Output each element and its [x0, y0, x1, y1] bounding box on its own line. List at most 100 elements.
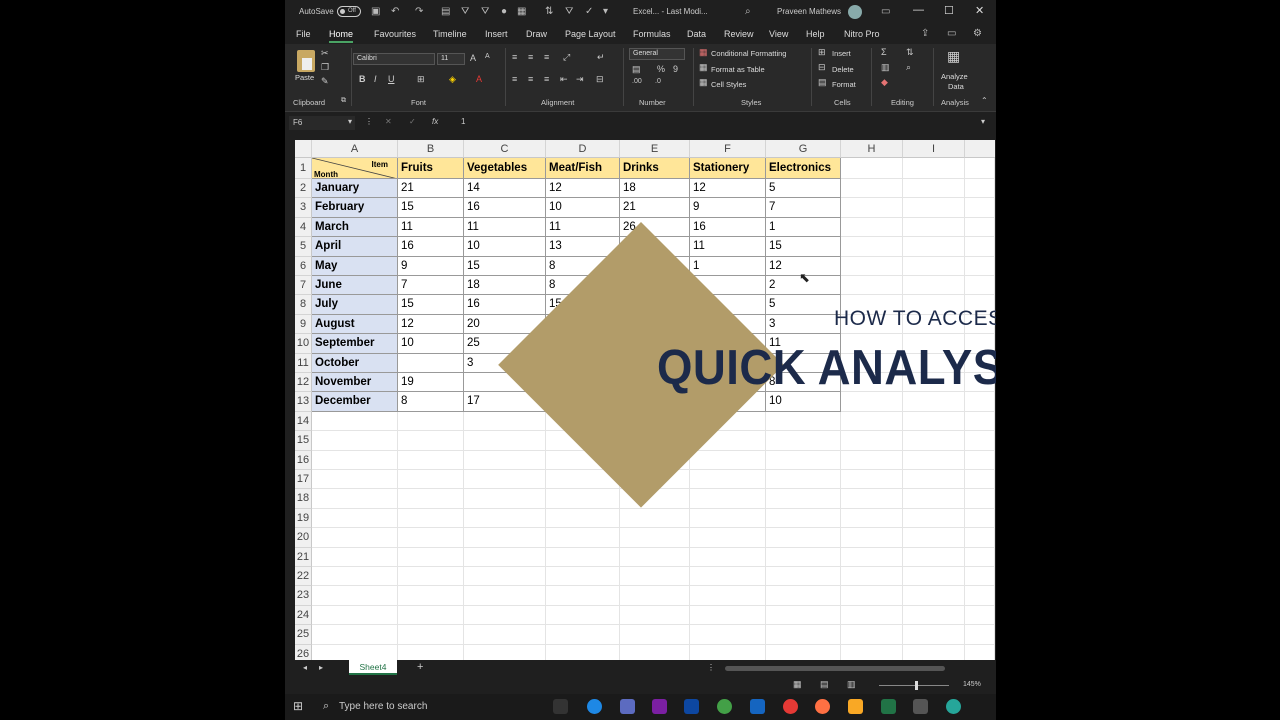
insert-function-icon[interactable]: fx	[432, 117, 438, 126]
header-cell[interactable]: Fruits	[398, 158, 464, 179]
empty-cell[interactable]	[903, 158, 965, 179]
value-cell[interactable]: 9	[690, 198, 766, 218]
empty-cell[interactable]	[690, 644, 766, 660]
empty-cell[interactable]	[464, 644, 546, 660]
value-cell[interactable]: 14	[464, 179, 546, 199]
empty-cell[interactable]	[690, 567, 766, 587]
empty-cell[interactable]	[841, 179, 903, 199]
row-header-16[interactable]: 16	[295, 450, 312, 470]
collapse-ribbon-icon[interactable]: ⌃	[981, 96, 988, 105]
empty-cell[interactable]	[464, 489, 546, 509]
empty-cell[interactable]	[690, 547, 766, 567]
empty-cell[interactable]	[965, 625, 995, 645]
empty-cell[interactable]	[690, 528, 766, 548]
empty-cell[interactable]	[841, 605, 903, 626]
empty-cell[interactable]	[620, 547, 690, 567]
empty-cell[interactable]	[965, 198, 995, 218]
empty-cell[interactable]	[312, 605, 398, 626]
tab-home[interactable]: Home	[329, 29, 354, 43]
tab-nitro-pro[interactable]: Nitro Pro	[844, 29, 880, 39]
formula-input[interactable]: 1	[461, 117, 465, 126]
analyze-data-button[interactable]: Analyze	[941, 72, 968, 81]
accounting-format-icon[interactable]: ▤	[632, 64, 641, 75]
empty-cell[interactable]	[965, 179, 995, 199]
empty-cell[interactable]	[841, 158, 903, 179]
clear-icon[interactable]: ◆	[881, 77, 888, 88]
value-cell[interactable]: 16	[398, 237, 464, 257]
empty-cell[interactable]	[965, 508, 995, 529]
column-header-b[interactable]: B	[398, 140, 464, 158]
empty-cell[interactable]	[903, 237, 965, 257]
empty-cell[interactable]	[965, 567, 995, 587]
empty-cell[interactable]	[965, 489, 995, 509]
empty-cell[interactable]	[903, 179, 965, 199]
horizontal-scrollbar[interactable]	[725, 666, 945, 671]
header-cell[interactable]: Meat/Fish	[546, 158, 620, 179]
tab-data[interactable]: Data	[687, 29, 706, 39]
empty-cell[interactable]	[546, 605, 620, 626]
share-icon[interactable]: ⇪	[921, 28, 929, 39]
value-cell[interactable]: 12	[690, 179, 766, 199]
record-icon[interactable]: ●	[501, 6, 507, 17]
empty-cell[interactable]	[766, 450, 841, 470]
empty-cell[interactable]	[312, 508, 398, 529]
cancel-icon[interactable]: ✕	[385, 117, 392, 126]
tab-file[interactable]: File	[296, 29, 311, 39]
value-cell[interactable]: 11	[464, 217, 546, 238]
empty-cell[interactable]	[312, 547, 398, 567]
empty-cell[interactable]	[841, 586, 903, 606]
settings-icon[interactable]: ⚙	[973, 28, 982, 39]
row-header-1[interactable]: 1	[295, 158, 312, 179]
advanced-filter-icon[interactable]: ⛛	[565, 6, 573, 17]
chrome-icon[interactable]	[783, 699, 798, 714]
empty-cell[interactable]	[903, 547, 965, 567]
align-bottom-icon[interactable]: ≡	[544, 52, 549, 62]
row-header-26[interactable]: 26	[295, 644, 312, 660]
tab-insert[interactable]: Insert	[485, 29, 508, 39]
empty-cell[interactable]	[464, 528, 546, 548]
windows-start-icon[interactable]: ⊞	[293, 699, 303, 713]
empty-cell[interactable]	[398, 508, 464, 529]
empty-cell[interactable]	[841, 489, 903, 509]
sheet-tab-sheet4[interactable]: Sheet4	[349, 660, 397, 675]
redo-icon[interactable]: ↷	[415, 6, 423, 17]
empty-cell[interactable]	[464, 450, 546, 470]
column-header-a[interactable]: A	[312, 140, 398, 158]
value-cell[interactable]: 16	[690, 217, 766, 238]
decrease-font-icon[interactable]: A	[485, 53, 490, 60]
month-cell[interactable]: November	[312, 373, 398, 393]
empty-cell[interactable]	[620, 508, 690, 529]
conditional-formatting-button[interactable]: Conditional Formatting	[711, 49, 786, 58]
format-painter-icon[interactable]: ✎	[321, 76, 329, 87]
empty-cell[interactable]	[464, 625, 546, 645]
paste-button[interactable]: Paste	[295, 73, 314, 82]
align-middle-icon[interactable]: ≡	[528, 52, 533, 62]
empty-cell[interactable]	[903, 489, 965, 509]
empty-cell[interactable]	[766, 547, 841, 567]
pin-icon[interactable]: ✓	[585, 6, 593, 17]
value-cell[interactable]: 15	[766, 237, 841, 257]
row-header-17[interactable]: 17	[295, 470, 312, 490]
empty-cell[interactable]	[965, 605, 995, 626]
month-cell[interactable]: March	[312, 217, 398, 238]
avatar[interactable]	[848, 5, 862, 19]
corner-header-cell[interactable]: Item Month	[312, 158, 398, 179]
row-header-21[interactable]: 21	[295, 547, 312, 567]
align-top-icon[interactable]: ≡	[512, 52, 517, 62]
row-header-22[interactable]: 22	[295, 567, 312, 587]
value-cell[interactable]: 11	[690, 237, 766, 257]
empty-cell[interactable]	[965, 586, 995, 606]
empty-cell[interactable]	[398, 528, 464, 548]
autosum-icon[interactable]: Σ	[881, 47, 887, 57]
empty-cell[interactable]	[965, 528, 995, 548]
empty-cell[interactable]	[398, 567, 464, 587]
zoom-level[interactable]: 145%	[963, 681, 981, 688]
empty-cell[interactable]	[398, 625, 464, 645]
empty-cell[interactable]	[620, 528, 690, 548]
empty-cell[interactable]	[690, 508, 766, 529]
value-cell[interactable]: 1	[766, 217, 841, 238]
empty-cell[interactable]	[766, 644, 841, 660]
tab-formulas[interactable]: Formulas	[633, 29, 671, 39]
empty-cell[interactable]	[903, 256, 965, 276]
empty-cell[interactable]	[546, 489, 620, 509]
